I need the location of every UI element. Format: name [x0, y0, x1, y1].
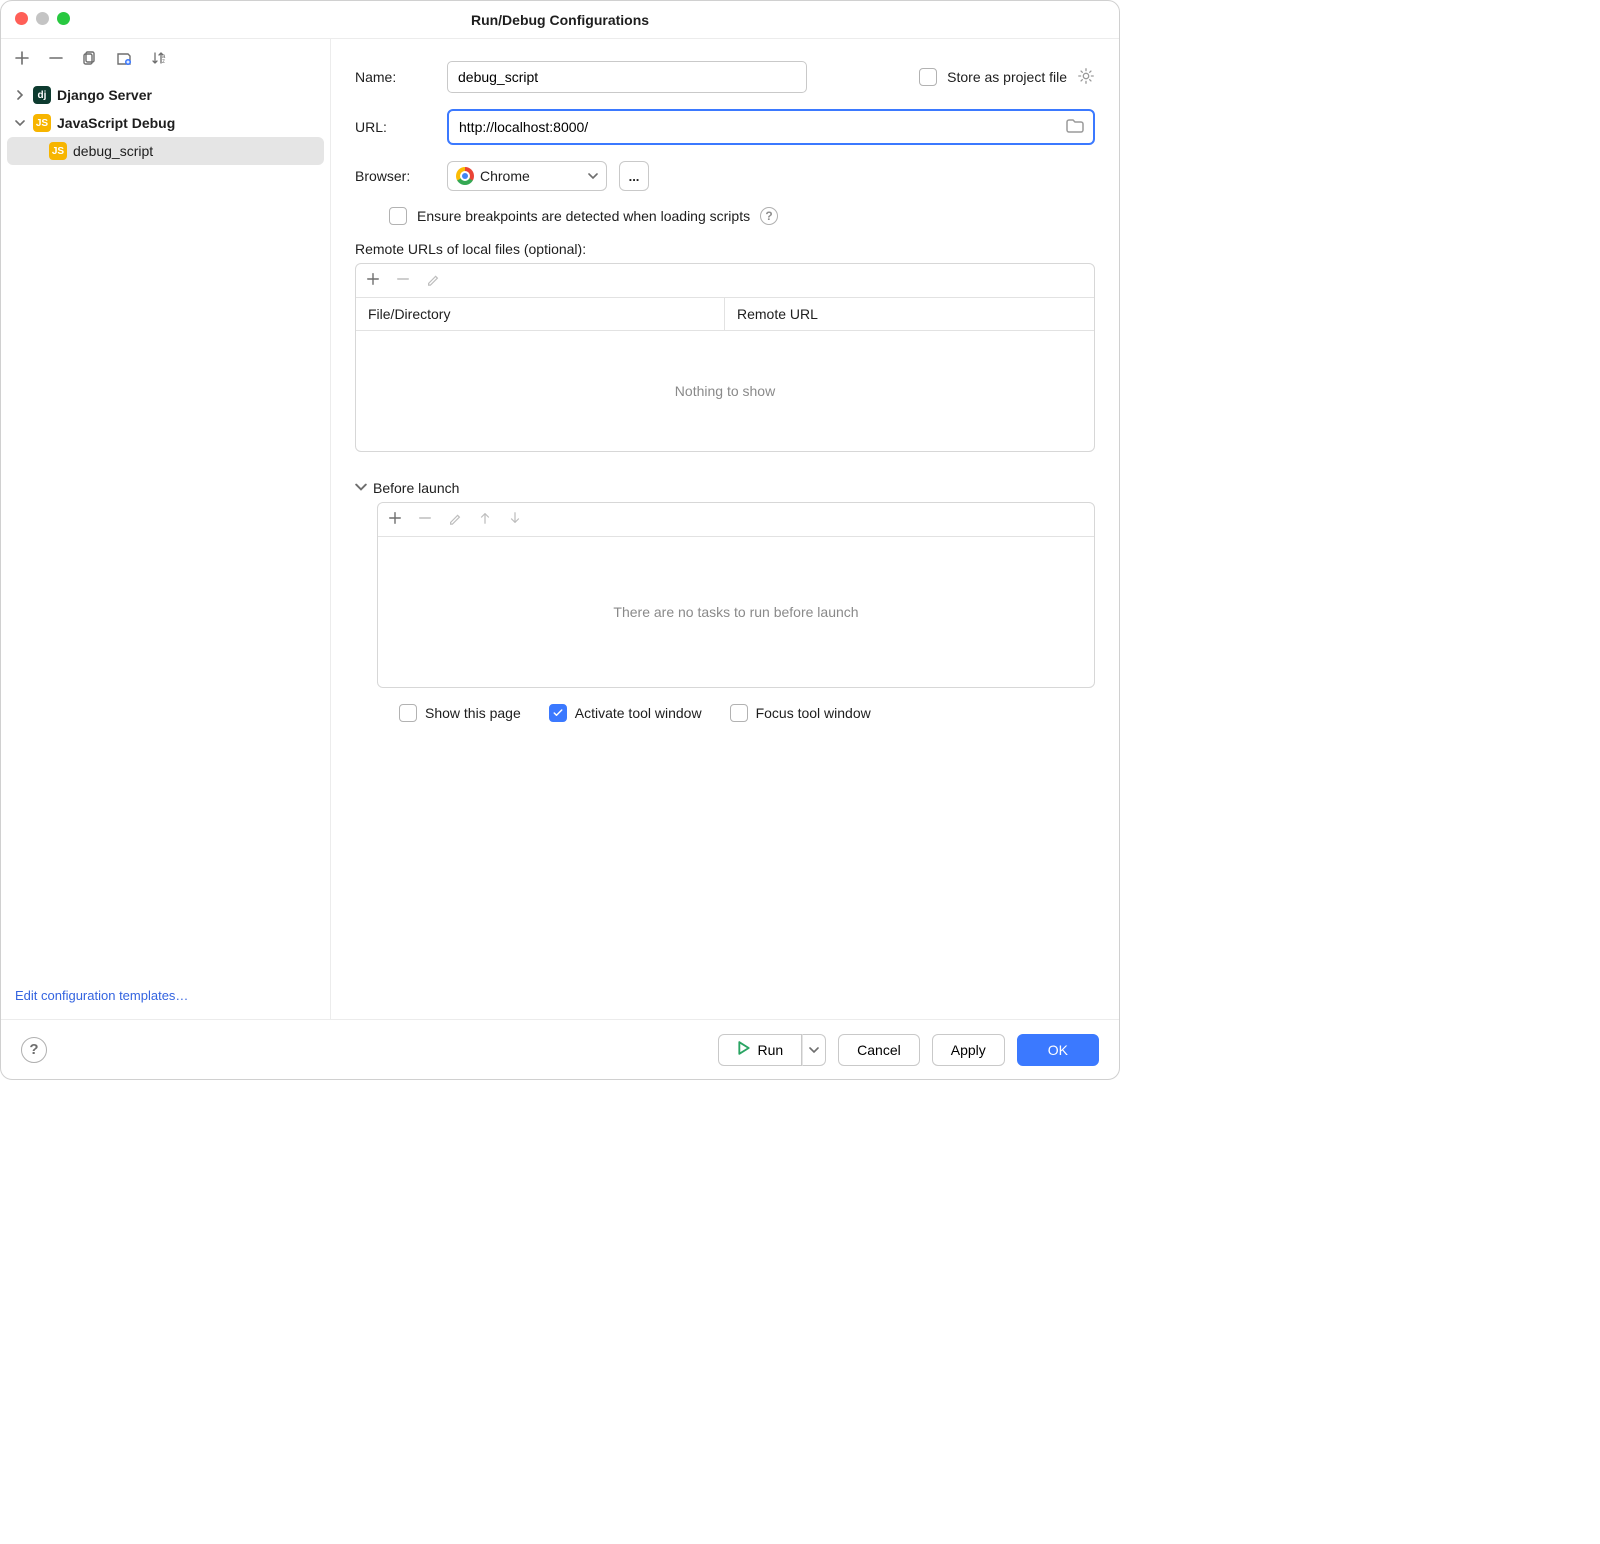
edit-row-icon[interactable]	[426, 272, 440, 289]
focus-tool-window-label: Focus tool window	[756, 705, 871, 721]
tree-group-label: JavaScript Debug	[57, 115, 175, 131]
before-launch-header[interactable]: Before launch	[355, 480, 1095, 496]
remote-urls-label: Remote URLs of local files (optional):	[355, 241, 1095, 257]
add-configuration-icon[interactable]	[13, 49, 31, 67]
activate-tool-window-row: Activate tool window	[549, 704, 702, 722]
tasks-toolbar	[378, 503, 1094, 537]
edit-task-icon[interactable]	[448, 511, 462, 528]
help-button[interactable]: ?	[21, 1037, 47, 1063]
browser-more-button[interactable]: ...	[619, 161, 649, 191]
javascript-icon: JS	[49, 142, 67, 160]
move-up-icon[interactable]	[478, 511, 492, 528]
run-button-label: Run	[757, 1042, 783, 1058]
focus-tool-window-row: Focus tool window	[730, 704, 871, 722]
add-task-icon[interactable]	[388, 511, 402, 528]
configurations-tree: dj Django Server JS JavaScript Debug JS …	[1, 77, 330, 978]
minimize-window-icon[interactable]	[36, 12, 49, 25]
window-controls	[15, 12, 70, 25]
tasks-empty-text: There are no tasks to run before launch	[378, 537, 1094, 687]
save-configuration-icon[interactable]	[115, 49, 133, 67]
main-pane: az dj Django Server JS JavaScript Debug …	[1, 39, 1119, 1019]
store-as-project-checkbox[interactable]	[919, 68, 937, 86]
ensure-breakpoints-label: Ensure breakpoints are detected when loa…	[417, 208, 750, 224]
sort-configurations-icon[interactable]: az	[149, 49, 167, 67]
remove-configuration-icon[interactable]	[47, 49, 65, 67]
table-empty-text: Nothing to show	[356, 331, 1094, 451]
ok-button[interactable]: OK	[1017, 1034, 1099, 1066]
url-input-wrap	[447, 109, 1095, 145]
tree-item-debug-script[interactable]: JS debug_script	[7, 137, 324, 165]
before-launch-title: Before launch	[373, 480, 459, 496]
url-input[interactable]	[459, 111, 1065, 143]
folder-icon[interactable]	[1065, 116, 1085, 139]
tree-group-django[interactable]: dj Django Server	[7, 81, 324, 109]
svg-text:z: z	[162, 59, 165, 65]
cancel-button[interactable]: Cancel	[838, 1034, 920, 1066]
run-button-group: Run	[718, 1034, 826, 1066]
sidebar-footer: Edit configuration templates…	[1, 978, 330, 1019]
name-input[interactable]	[447, 61, 807, 93]
show-this-page-label: Show this page	[425, 705, 521, 721]
gear-icon[interactable]	[1077, 67, 1095, 88]
activate-tool-window-checkbox[interactable]	[549, 704, 567, 722]
window-title: Run/Debug Configurations	[471, 12, 649, 28]
browser-value: Chrome	[480, 168, 530, 184]
browser-select[interactable]: Chrome	[447, 161, 607, 191]
move-down-icon[interactable]	[508, 511, 522, 528]
tree-item-label: debug_script	[73, 143, 153, 159]
activate-tool-window-label: Activate tool window	[575, 705, 702, 721]
close-window-icon[interactable]	[15, 12, 28, 25]
url-label: URL:	[355, 119, 435, 135]
store-as-project-label: Store as project file	[947, 69, 1067, 85]
chevron-down-icon	[355, 480, 367, 496]
browser-label: Browser:	[355, 168, 435, 184]
chevron-down-icon	[15, 116, 27, 131]
browser-row: Browser: Chrome ...	[355, 161, 1095, 191]
chevron-down-icon	[588, 169, 598, 184]
javascript-icon: JS	[33, 114, 51, 132]
copy-configuration-icon[interactable]	[81, 49, 99, 67]
run-dropdown-icon[interactable]	[802, 1034, 826, 1066]
col-remote-url: Remote URL	[725, 298, 1094, 330]
zoom-window-icon[interactable]	[57, 12, 70, 25]
bottom-bar: ? Run Cancel Apply OK	[1, 1019, 1119, 1079]
show-this-page-checkbox[interactable]	[399, 704, 417, 722]
remove-row-icon[interactable]	[396, 272, 410, 289]
focus-tool-window-checkbox[interactable]	[730, 704, 748, 722]
launch-options: Show this page Activate tool window Focu…	[355, 688, 1095, 722]
col-file-directory: File/Directory	[356, 298, 725, 330]
table-header: File/Directory Remote URL	[356, 298, 1094, 331]
edit-templates-link[interactable]: Edit configuration templates…	[15, 988, 188, 1003]
chevron-right-icon	[15, 88, 27, 103]
remote-urls-table: File/Directory Remote URL Nothing to sho…	[355, 263, 1095, 452]
store-as-project-field: Store as project file	[919, 67, 1095, 88]
remote-urls-toolbar	[356, 264, 1094, 298]
url-row: URL:	[355, 109, 1095, 145]
show-this-page-row: Show this page	[399, 704, 521, 722]
title-bar: Run/Debug Configurations	[1, 1, 1119, 39]
tree-group-label: Django Server	[57, 87, 152, 103]
remove-task-icon[interactable]	[418, 511, 432, 528]
run-button[interactable]: Run	[718, 1034, 802, 1066]
before-launch-tasks: There are no tasks to run before launch	[377, 502, 1095, 688]
sidebar-toolbar: az	[1, 39, 330, 77]
name-row: Name: Store as project file	[355, 61, 1095, 93]
add-row-icon[interactable]	[366, 272, 380, 289]
django-icon: dj	[33, 86, 51, 104]
chrome-icon	[456, 167, 474, 185]
ensure-breakpoints-checkbox[interactable]	[389, 207, 407, 225]
help-icon[interactable]: ?	[760, 207, 778, 225]
content-pane: Name: Store as project file URL: Browser…	[331, 39, 1119, 1019]
configurations-sidebar: az dj Django Server JS JavaScript Debug …	[1, 39, 331, 1019]
play-icon	[737, 1041, 751, 1058]
tree-group-jsdebug[interactable]: JS JavaScript Debug	[7, 109, 324, 137]
name-label: Name:	[355, 69, 435, 85]
breakpoints-row: Ensure breakpoints are detected when loa…	[389, 207, 1095, 225]
apply-button[interactable]: Apply	[932, 1034, 1005, 1066]
